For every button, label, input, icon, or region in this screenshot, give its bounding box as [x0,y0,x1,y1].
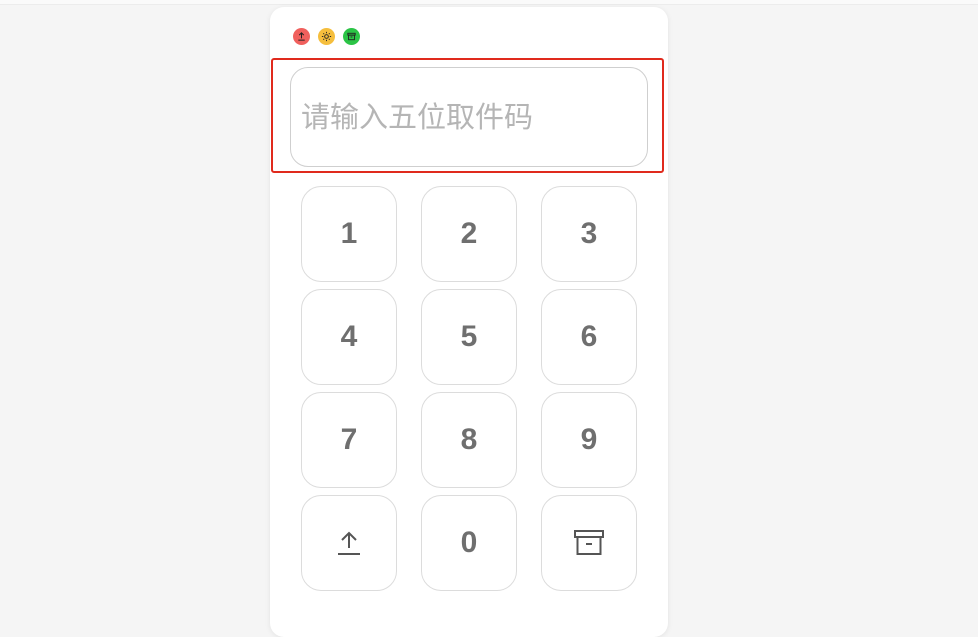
sun-icon [321,31,332,42]
key-4[interactable]: 4 [301,289,397,385]
key-3[interactable]: 3 [541,186,637,282]
pickup-code-panel: 1 2 3 4 5 6 7 8 9 0 [270,7,668,637]
archive-button[interactable] [541,495,637,591]
upload-icon [338,531,360,555]
key-9[interactable]: 9 [541,392,637,488]
window-control-archive[interactable] [343,28,360,45]
key-0[interactable]: 0 [421,495,517,591]
top-border [0,0,978,5]
key-8[interactable]: 8 [421,392,517,488]
key-7[interactable]: 7 [301,392,397,488]
key-5[interactable]: 5 [421,289,517,385]
pickup-code-input[interactable] [291,68,647,166]
key-6[interactable]: 6 [541,289,637,385]
key-2[interactable]: 2 [421,186,517,282]
window-control-sun[interactable] [318,28,335,45]
window-control-upload[interactable] [293,28,310,45]
archive-icon [347,32,356,41]
key-1[interactable]: 1 [301,186,397,282]
window-controls [293,28,360,45]
archive-icon [574,530,604,555]
numeric-keypad: 1 2 3 4 5 6 7 8 9 0 [301,186,637,591]
upload-icon [298,32,305,41]
pickup-code-field[interactable] [290,67,648,167]
upload-button[interactable] [301,495,397,591]
